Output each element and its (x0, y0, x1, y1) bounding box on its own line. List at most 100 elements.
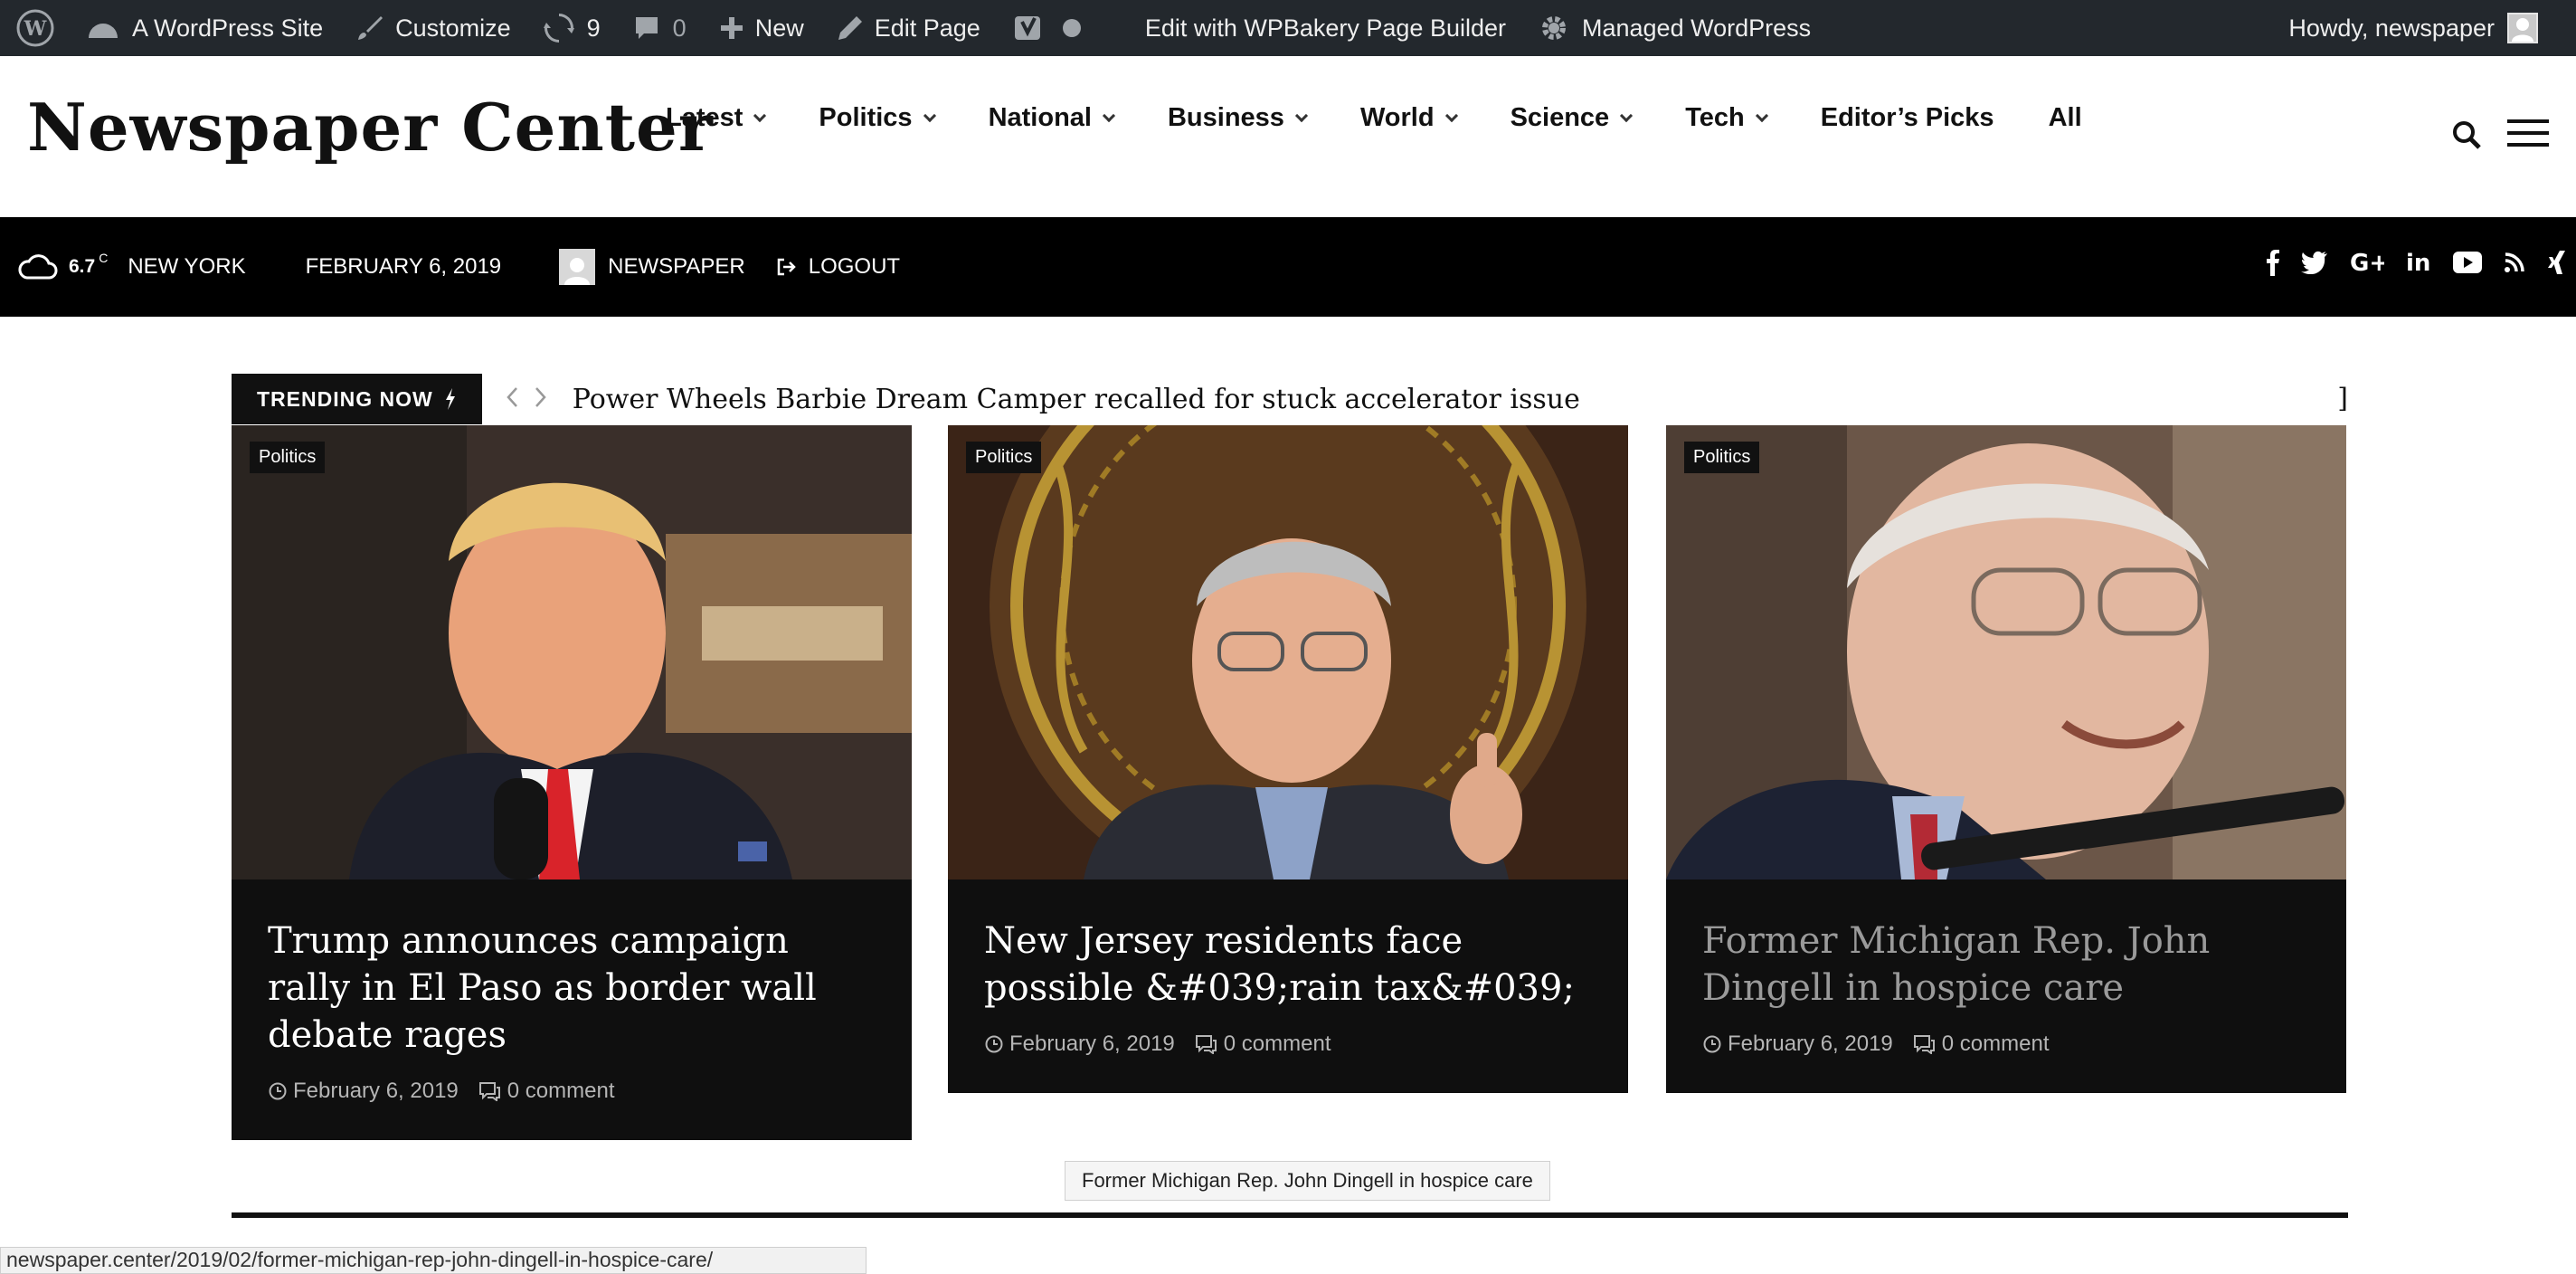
article-card-body: Trump announces campaign rally in El Pas… (232, 879, 912, 1140)
google-plus-icon[interactable]: G+ (2350, 251, 2384, 274)
article-date-text: February 6, 2019 (1009, 1032, 1175, 1056)
article-title[interactable]: Former Michigan Rep. John Dingell in hos… (1702, 917, 2310, 1012)
nav-item-all[interactable]: All (2049, 103, 2082, 133)
pencil-icon (838, 16, 862, 40)
hamburger-menu-icon[interactable] (2507, 119, 2549, 155)
trending-headline-link[interactable]: Power Wheels Barbie Dream Camper recalle… (573, 384, 1580, 415)
yoast-seo-menu[interactable] (997, 0, 1098, 56)
xing-icon[interactable] (2547, 250, 2567, 275)
updates-count: 9 (586, 14, 601, 42)
comment-icon (1195, 1035, 1217, 1054)
trending-prev-button[interactable] (506, 386, 518, 413)
article-card[interactable]: Politics New Jersey residents face possi… (948, 425, 1628, 1093)
twitter-icon[interactable] (2301, 251, 2328, 274)
dingell-photo (1666, 425, 2346, 879)
chevron-down-icon (923, 109, 936, 122)
search-button[interactable] (2451, 119, 2482, 155)
chevron-right-icon (535, 386, 546, 407)
trending-label: TRENDING NOW (232, 374, 482, 424)
user-icon (564, 258, 591, 285)
article-title[interactable]: Trump announces campaign rally in El Pas… (268, 917, 876, 1059)
article-comments[interactable]: 0 comment (1913, 1032, 2050, 1057)
wordpress-logo-button[interactable]: W (0, 0, 71, 56)
clock-icon (269, 1082, 287, 1100)
updates-link[interactable]: 9 (527, 0, 617, 56)
svg-text:in: in (2406, 251, 2430, 274)
governor-photo (948, 425, 1628, 879)
weather-unit: C (99, 251, 109, 265)
article-date-text: February 6, 2019 (293, 1079, 459, 1103)
customize-link[interactable]: Customize (339, 0, 527, 56)
site-name-label: A WordPress Site (132, 14, 324, 42)
clock-icon (985, 1035, 1003, 1053)
youtube-icon[interactable] (2453, 252, 2482, 273)
plus-icon (720, 17, 743, 39)
category-badge[interactable]: Politics (250, 442, 326, 473)
nav-item-latest[interactable]: Latest (666, 103, 767, 133)
new-content-link[interactable]: New (703, 0, 820, 56)
nav-item-world[interactable]: World (1359, 103, 1458, 133)
comments-count: 0 (672, 14, 687, 42)
trending-bar: TRENDING NOW Power Wheels Barbie Dream C… (232, 374, 2348, 424)
chevron-left-icon (507, 386, 517, 407)
nav-item-tech[interactable]: Tech (1685, 103, 1768, 133)
link-tooltip: Former Michigan Rep. John Dingell in hos… (1065, 1161, 1550, 1201)
gear-icon (1542, 16, 1566, 40)
nav-item-label: Science (1510, 103, 1610, 132)
category-badge[interactable]: Politics (1684, 442, 1760, 473)
updates-icon (543, 14, 574, 43)
admin-bar: W A WordPress Site Customize 9 0 New Edi… (0, 0, 2576, 56)
article-comments[interactable]: 0 comment (478, 1079, 615, 1104)
article-card[interactable]: Politics Trump announces campaign rally … (232, 425, 912, 1140)
comment-icon (1913, 1035, 1935, 1054)
nav-item-science[interactable]: Science (1510, 103, 1634, 133)
cloud-icon (18, 254, 58, 280)
social-icons: G+ in (2243, 249, 2567, 276)
customize-label: Customize (395, 14, 511, 42)
wpbakery-label: Edit with WPBakery Page Builder (1144, 14, 1506, 42)
article-comments[interactable]: 0 comment (1195, 1032, 1331, 1057)
article-image[interactable]: Politics (1666, 425, 2346, 879)
nav-item-national[interactable]: National (989, 103, 1116, 133)
wpbakery-link[interactable]: Edit with WPBakery Page Builder (1129, 0, 1522, 56)
avatar (559, 249, 596, 285)
trending-trailing-glyph: ] (2337, 383, 2348, 414)
nav-item-label: World (1359, 103, 1435, 132)
chevron-down-icon (753, 109, 767, 122)
article-image[interactable]: Politics (948, 425, 1628, 879)
dashboard-icon (89, 24, 118, 38)
nav-item-business[interactable]: Business (1168, 103, 1309, 133)
comments-link[interactable]: 0 (617, 0, 703, 56)
svg-text:W: W (24, 17, 47, 41)
category-badge[interactable]: Politics (966, 442, 1042, 473)
main-navigation: Latest Politics National Business World … (666, 103, 2136, 133)
article-comments-text: 0 comment (507, 1079, 615, 1103)
chevron-down-icon (1444, 109, 1458, 122)
nav-item-label: Latest (666, 103, 743, 132)
nav-item-politics[interactable]: Politics (819, 103, 936, 133)
edit-page-link[interactable]: Edit Page (820, 0, 997, 56)
trump-photo (232, 425, 912, 879)
article-meta: February 6, 2019 0 comment (984, 1032, 1592, 1057)
bolt-icon (445, 388, 455, 410)
article-title[interactable]: New Jersey residents face possible &#039… (984, 917, 1592, 1012)
trending-label-text: TRENDING NOW (257, 386, 433, 411)
article-date: February 6, 2019 (984, 1032, 1175, 1057)
facebook-icon[interactable] (2265, 249, 2279, 276)
managed-wordpress-link[interactable]: Managed WordPress (1522, 0, 1827, 56)
article-card-body: New Jersey residents face possible &#039… (948, 879, 1628, 1093)
my-account-link[interactable]: Howdy, newspaper (2272, 0, 2554, 56)
nav-item-editors-picks[interactable]: Editor’s Picks (1821, 103, 1994, 133)
rss-icon[interactable] (2504, 252, 2525, 273)
site-logo[interactable]: Newspaper Center (27, 89, 714, 166)
site-name-link[interactable]: A WordPress Site (71, 0, 339, 56)
chevron-down-icon (1755, 109, 1768, 122)
article-image[interactable]: Politics (232, 425, 912, 879)
user-icon (2512, 18, 2533, 42)
chevron-down-icon (1102, 109, 1116, 122)
user-link[interactable]: NEWSPAPER (559, 249, 745, 285)
logout-link[interactable]: LOGOUT (776, 254, 900, 280)
linkedin-icon[interactable]: in (2406, 251, 2431, 274)
trending-next-button[interactable] (535, 386, 547, 413)
article-card[interactable]: Politics Former Michigan Rep. John Dinge… (1666, 425, 2346, 1093)
